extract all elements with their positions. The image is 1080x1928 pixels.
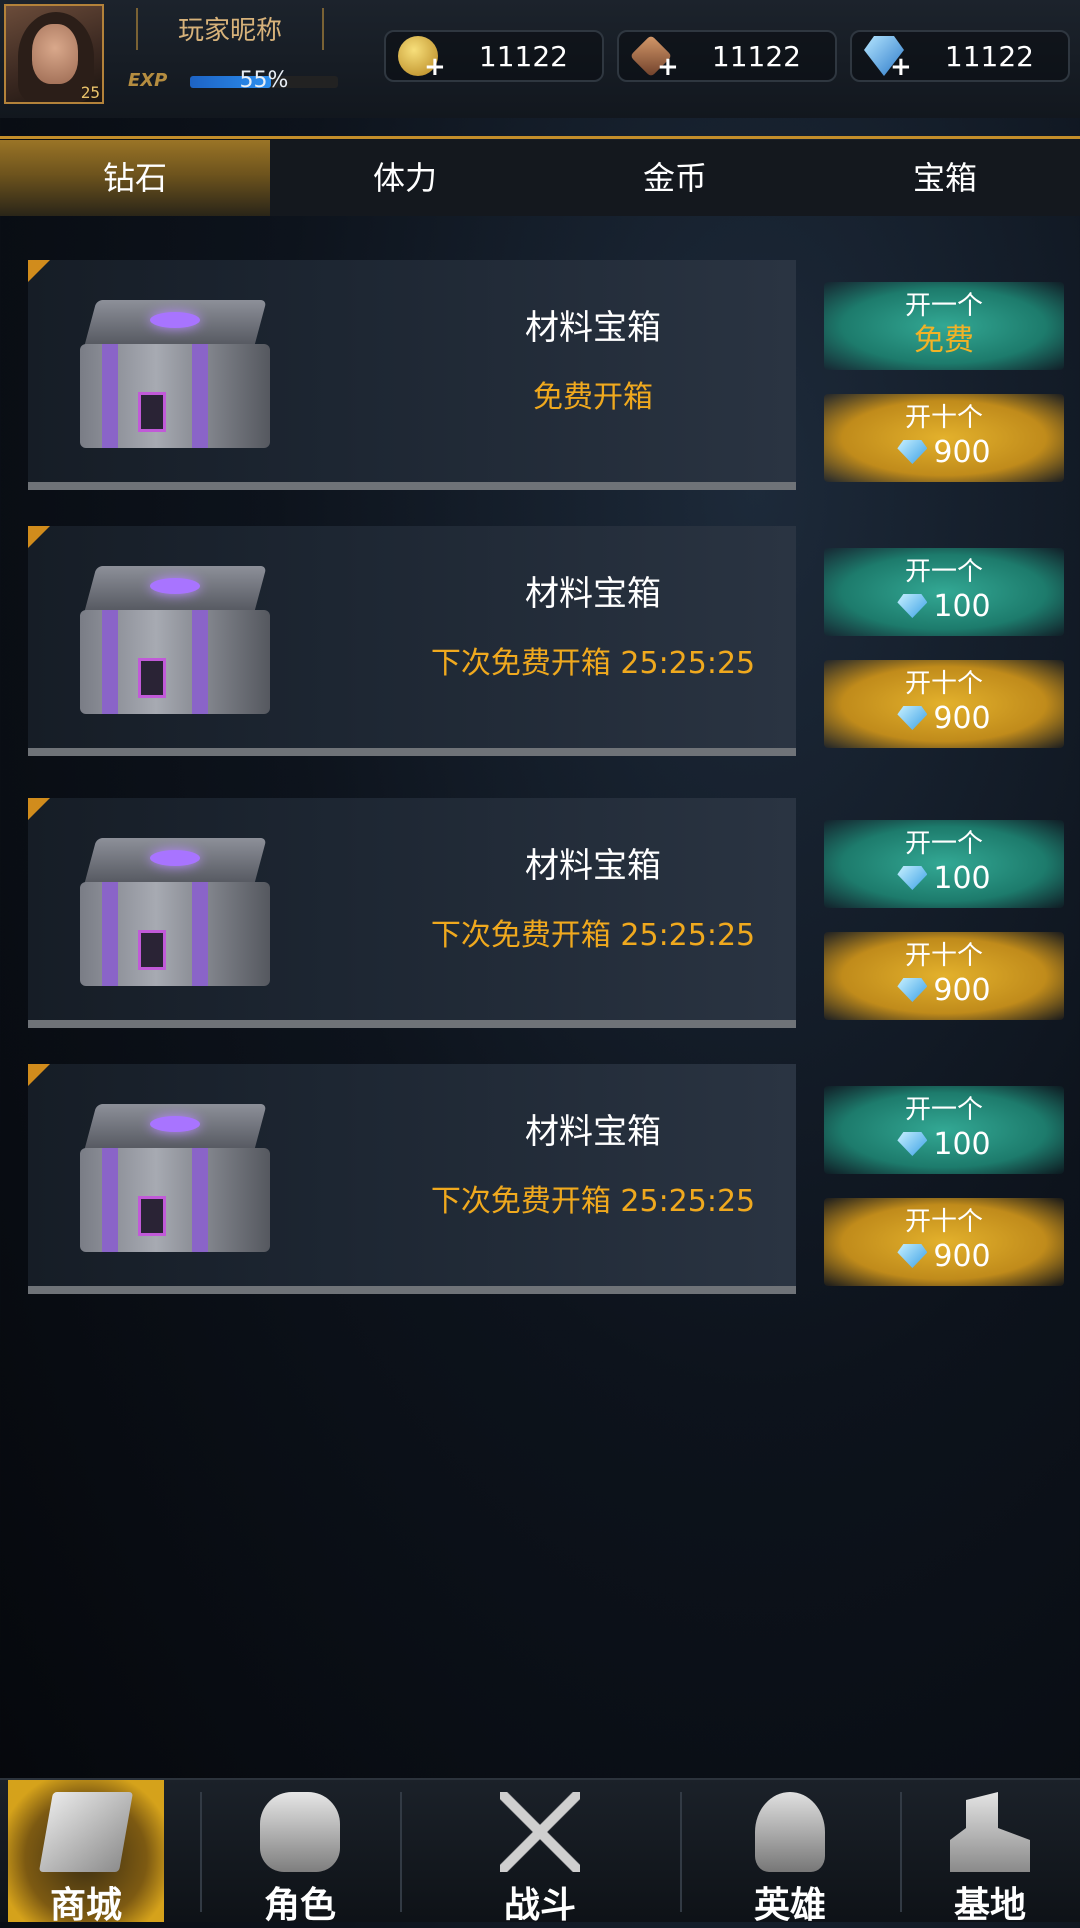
player-avatar[interactable]: 25 bbox=[4, 4, 104, 104]
diamond-icon bbox=[897, 1132, 928, 1156]
nav-battle[interactable]: 战斗 bbox=[400, 1780, 680, 1926]
tab-stamina[interactable]: 体力 bbox=[270, 140, 540, 216]
player-nickname[interactable]: 玩家昵称 bbox=[140, 10, 320, 47]
nav-hero-label: 英雄 bbox=[753, 1885, 826, 1926]
open-ten-button[interactable]: 开十个 900 bbox=[824, 1198, 1064, 1286]
open-ten-price: 900 bbox=[933, 1239, 991, 1274]
diamond-icon bbox=[897, 706, 928, 730]
gem-value: 11122 bbox=[944, 40, 1034, 73]
open-one-button[interactable]: 开一个 免费 bbox=[824, 282, 1064, 370]
chest-timer: 下次免费开箱 25:25:25 bbox=[430, 1184, 756, 1219]
exp-percent-text: 55% bbox=[239, 68, 289, 93]
open-one-price: 100 bbox=[933, 861, 991, 896]
open-one-label: 开一个 bbox=[904, 1095, 983, 1125]
shop-icon bbox=[38, 1792, 134, 1872]
open-one-button[interactable]: 开一个 100 bbox=[824, 820, 1064, 908]
ticket-value: 11122 bbox=[711, 40, 801, 73]
chest-image bbox=[80, 300, 270, 450]
chest-card: 材料宝箱 下次免费开箱 25:25:25 bbox=[28, 798, 796, 1028]
open-ten-price: 900 bbox=[933, 435, 991, 470]
card-corner-mark bbox=[28, 1064, 50, 1086]
coin-value: 11122 bbox=[478, 40, 568, 73]
diamond-icon bbox=[897, 440, 928, 464]
card-corner-mark bbox=[28, 526, 50, 548]
open-ten-button[interactable]: 开十个 900 bbox=[824, 660, 1064, 748]
open-one-price: 100 bbox=[933, 1127, 991, 1162]
open-ten-label: 开十个 bbox=[904, 403, 983, 433]
ticket-resource[interactable]: + 11122 bbox=[617, 30, 837, 82]
tab-chest[interactable]: 宝箱 bbox=[810, 140, 1080, 216]
chest-subtitle: 免费开箱 bbox=[533, 380, 653, 415]
open-one-label: 开一个 bbox=[904, 291, 983, 321]
nav-shop[interactable]: 商城 bbox=[8, 1780, 164, 1926]
nav-role[interactable]: 角色 bbox=[200, 1780, 400, 1926]
nav-shop-label: 商城 bbox=[49, 1885, 122, 1926]
add-gem-icon[interactable]: + bbox=[890, 54, 912, 80]
header-divider bbox=[0, 136, 1080, 139]
open-one-button[interactable]: 开一个 100 bbox=[824, 1086, 1064, 1174]
tab-gold[interactable]: 金币 bbox=[540, 140, 810, 216]
diamond-icon bbox=[897, 1244, 928, 1268]
chest-card: 材料宝箱 免费开箱 bbox=[28, 260, 796, 490]
gem-resource[interactable]: + 11122 bbox=[850, 30, 1070, 82]
open-ten-label: 开十个 bbox=[904, 941, 983, 971]
player-level-badge: 25 bbox=[80, 83, 100, 102]
diamond-icon bbox=[897, 866, 928, 890]
chest-card: 材料宝箱 下次免费开箱 25:25:25 bbox=[28, 1064, 796, 1294]
chest-title: 材料宝箱 bbox=[525, 574, 661, 614]
open-ten-button[interactable]: 开十个 900 bbox=[824, 932, 1064, 1020]
diamond-icon bbox=[897, 978, 928, 1002]
card-corner-mark bbox=[28, 798, 50, 820]
chest-card: 材料宝箱 下次免费开箱 25:25:25 bbox=[28, 526, 796, 756]
add-coin-icon[interactable]: + bbox=[424, 54, 446, 80]
add-ticket-icon[interactable]: + bbox=[657, 54, 679, 80]
open-one-label: 开一个 bbox=[904, 829, 983, 859]
chest-title: 材料宝箱 bbox=[525, 308, 661, 348]
tab-diamond[interactable]: 钻石 bbox=[0, 140, 270, 216]
nav-hero[interactable]: 英雄 bbox=[680, 1780, 900, 1926]
exp-label: EXP bbox=[128, 70, 168, 91]
shop-tabs: 钻石 体力 金币 宝箱 bbox=[0, 140, 1080, 216]
hero-icon bbox=[755, 1792, 825, 1872]
battle-icon bbox=[500, 1792, 580, 1872]
chest-timer: 下次免费开箱 25:25:25 bbox=[430, 918, 756, 953]
nav-role-label: 角色 bbox=[263, 1885, 336, 1926]
open-ten-label: 开十个 bbox=[904, 1207, 983, 1237]
base-icon bbox=[950, 1792, 1030, 1872]
card-corner-mark bbox=[28, 260, 50, 282]
open-ten-label: 开十个 bbox=[904, 669, 983, 699]
open-one-label: 开一个 bbox=[904, 557, 983, 587]
bottom-navigation: 商城 角色 战斗 英雄 基地 bbox=[0, 1778, 1080, 1926]
role-icon bbox=[260, 1792, 340, 1872]
chest-image bbox=[80, 566, 270, 716]
nav-base[interactable]: 基地 bbox=[900, 1780, 1080, 1926]
coin-resource[interactable]: + 11122 bbox=[384, 30, 604, 82]
avatar-face bbox=[32, 24, 78, 84]
nav-battle-label: 战斗 bbox=[503, 1885, 576, 1926]
nav-base-label: 基地 bbox=[953, 1885, 1026, 1926]
chest-timer: 下次免费开箱 25:25:25 bbox=[430, 646, 756, 681]
top-bar: 25 玩家昵称 EXP 55% + 11122 + 11122 + 11122 bbox=[0, 0, 1080, 118]
open-ten-button[interactable]: 开十个 900 bbox=[824, 394, 1064, 482]
open-ten-price: 900 bbox=[933, 973, 991, 1008]
diamond-icon bbox=[897, 594, 928, 618]
chest-image bbox=[80, 838, 270, 988]
open-one-price: 100 bbox=[933, 589, 991, 624]
open-one-price: 免费 bbox=[914, 323, 974, 358]
open-one-button[interactable]: 开一个 100 bbox=[824, 548, 1064, 636]
open-ten-price: 900 bbox=[933, 701, 991, 736]
chest-title: 材料宝箱 bbox=[525, 1112, 661, 1152]
chest-title: 材料宝箱 bbox=[525, 846, 661, 886]
chest-image bbox=[80, 1104, 270, 1254]
